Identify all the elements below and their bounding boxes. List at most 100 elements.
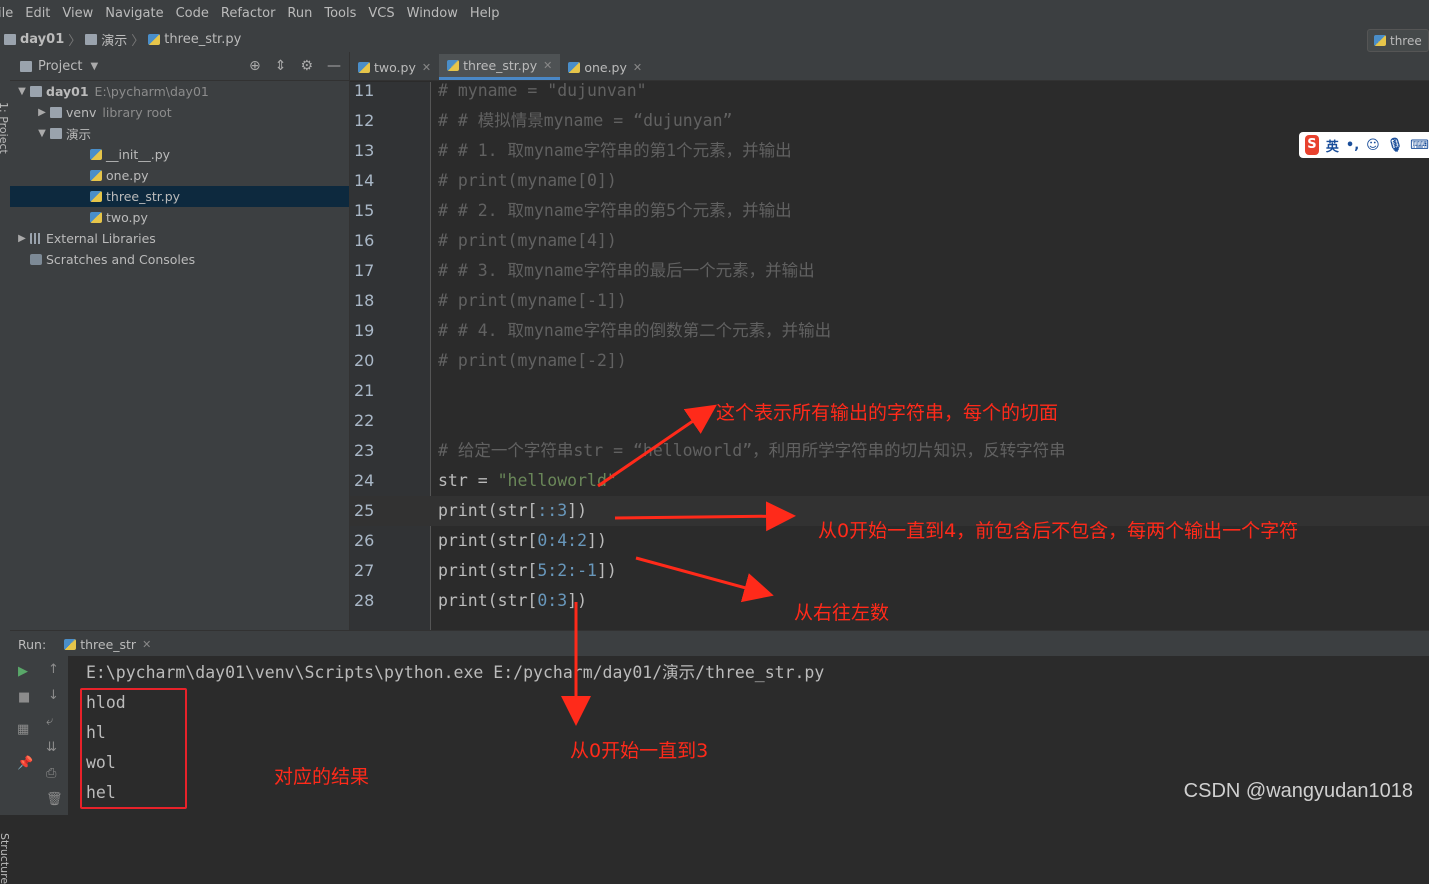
run-tab[interactable]: three_str ✕: [64, 637, 151, 652]
line-number: 25: [354, 501, 375, 520]
menu-item[interactable]: Help: [470, 6, 506, 21]
code-line[interactable]: 13 # # 1. 取myname字符串的第1个元素，并输出: [350, 136, 1429, 166]
chevron-down-icon[interactable]: ▼: [90, 61, 98, 72]
menu-item[interactable]: Code: [176, 6, 215, 21]
code-line[interactable]: 23 # 给定一个字符串str = “helloworld”，利用所学字符串的切片…: [350, 436, 1429, 466]
layout-icon[interactable]: ▦: [17, 722, 29, 737]
python-file-icon: [358, 61, 370, 73]
code-text: # # 模拟情景myname = “dujunyan”: [438, 111, 733, 130]
tree-item[interactable]: one.py: [10, 165, 349, 186]
code-line[interactable]: 14 # print(myname[0]): [350, 166, 1429, 196]
structure-tool-tab[interactable]: Structure: [0, 833, 11, 884]
pin-icon[interactable]: 📌: [17, 756, 33, 771]
tree-item[interactable]: ▼ 演示: [10, 123, 349, 144]
breadcrumb-file[interactable]: three_str.py: [164, 32, 241, 47]
chevron-down-icon[interactable]: ▼: [34, 128, 50, 139]
close-icon[interactable]: ✕: [142, 638, 151, 651]
code-line[interactable]: 16 # print(myname[4]): [350, 226, 1429, 256]
gear-icon[interactable]: ⚙: [300, 58, 313, 74]
breadcrumb-folder[interactable]: 演示: [101, 30, 127, 49]
menu-item[interactable]: Window: [407, 6, 464, 21]
code-line[interactable]: 12 # # 模拟情景myname = “dujunyan”: [350, 106, 1429, 136]
project-panel-title[interactable]: Project: [38, 59, 82, 74]
project-tool-tab[interactable]: 1: Project: [0, 102, 10, 154]
menu-item[interactable]: VCS: [368, 6, 400, 21]
folder-icon: [85, 34, 98, 45]
code-line[interactable]: 28 print(str[0:3]): [350, 586, 1429, 616]
trash-icon[interactable]: 🗑: [46, 792, 63, 807]
code-text: # 给定一个字符串str = “helloworld”，利用所学字符串的切片知识…: [438, 441, 1066, 460]
editor-tab-label: two.py: [374, 59, 416, 75]
tree-item-label: External Libraries: [46, 231, 156, 246]
rerun-icon[interactable]: ▶: [18, 664, 28, 679]
line-number: 21: [354, 381, 375, 400]
code-line[interactable]: 15 # # 2. 取myname字符串的第5个元素，并输出: [350, 196, 1429, 226]
code-text: # myname = "dujunvan": [438, 81, 647, 100]
result-highlight-box: [80, 688, 187, 809]
menu-item[interactable]: View: [62, 6, 99, 21]
code-line[interactable]: 27 print(str[5:2:-1]): [350, 556, 1429, 586]
run-config-selector[interactable]: three: [1367, 29, 1429, 52]
scroll-down-icon[interactable]: ↓: [48, 688, 59, 703]
code-line[interactable]: 17 # # 3. 取myname字符串的最后一个元素，并输出: [350, 256, 1429, 286]
tree-item[interactable]: three_str.py: [10, 186, 349, 207]
ime-language[interactable]: 英: [1326, 136, 1339, 155]
print-icon[interactable]: ⎙: [46, 766, 56, 781]
emoji-icon[interactable]: ☺: [1366, 138, 1380, 153]
locate-icon[interactable]: ⊕: [249, 58, 261, 74]
tree-item[interactable]: ▼ day01 E:\pycharm\day01: [10, 81, 349, 102]
scroll-up-icon[interactable]: ↑: [48, 662, 59, 677]
close-icon[interactable]: ✕: [422, 61, 431, 74]
folder-icon: [50, 128, 62, 139]
chevron-right-icon[interactable]: ▶: [14, 233, 30, 244]
menu-item[interactable]: Edit: [25, 6, 56, 21]
line-number: 28: [354, 591, 375, 610]
python-file-icon: [148, 34, 161, 45]
tree-item[interactable]: Scratches and Consoles: [10, 249, 349, 270]
tree-item[interactable]: __init__.py: [10, 144, 349, 165]
microphone-icon[interactable]: 🎙: [1387, 138, 1404, 153]
close-icon[interactable]: ✕: [543, 59, 552, 72]
code-text: # # 1. 取myname字符串的第1个元素，并输出: [438, 141, 792, 160]
menu-item[interactable]: Refactor: [221, 6, 282, 21]
tree-item[interactable]: ▶ External Libraries: [10, 228, 349, 249]
line-number: 12: [354, 111, 375, 130]
close-icon[interactable]: ✕: [633, 61, 642, 74]
code-line[interactable]: 18 # print(myname[-1]): [350, 286, 1429, 316]
ime-toolbar[interactable]: S 英 •, ☺ 🎙 ⌨: [1299, 132, 1429, 158]
code-area[interactable]: 11 # myname = "dujunvan" 12 # # 模拟情景myname …: [350, 81, 1429, 630]
stop-icon[interactable]: ■: [18, 690, 30, 705]
code-line[interactable]: 24 str = "helloworld": [350, 466, 1429, 496]
project-panel: Project ▼ ⊕ ⇕ ⚙ — ▼ day01 E:\pycharm\day01…: [10, 52, 350, 630]
code-line[interactable]: 19 # # 4. 取myname字符串的倒数第二个元素，并输出: [350, 316, 1429, 346]
menu-item[interactable]: ile: [0, 6, 19, 21]
breadcrumb-root[interactable]: day01: [20, 32, 64, 47]
tree-item-label: Scratches and Consoles: [46, 252, 196, 267]
keyboard-icon[interactable]: ⌨: [1410, 138, 1429, 153]
menu-item[interactable]: Navigate: [105, 6, 169, 21]
tree-item[interactable]: two.py: [10, 207, 349, 228]
punctuation-icon[interactable]: •,: [1346, 138, 1359, 153]
python-file-icon: [1374, 35, 1386, 46]
minimize-icon[interactable]: —: [327, 58, 341, 74]
code-text: print(str[5:2:-1]): [438, 561, 617, 580]
menu-item[interactable]: Run: [287, 6, 318, 21]
annotation-results: 对应的结果: [274, 766, 370, 788]
code-line[interactable]: 11 # myname = "dujunvan": [350, 76, 1429, 106]
python-file-icon: [90, 149, 102, 160]
chevron-right-icon[interactable]: ▶: [34, 107, 50, 118]
tree-item-label: 演示: [66, 127, 92, 142]
tree-item[interactable]: ▶ venv library root: [10, 102, 349, 123]
library-icon: [30, 233, 42, 244]
scroll-end-icon[interactable]: ⇊: [46, 740, 57, 755]
line-number: 13: [354, 141, 375, 160]
chevron-down-icon[interactable]: ▼: [14, 86, 30, 97]
editor-tab-label: one.py: [584, 59, 627, 75]
annotation-zero-to-three: 从0开始一直到3: [570, 740, 709, 762]
code-line[interactable]: 20 # print(myname[-2]): [350, 346, 1429, 376]
menu-item[interactable]: Tools: [324, 6, 362, 21]
soft-wrap-icon[interactable]: ⤶: [46, 714, 53, 729]
tree-item-detail: E:\pycharm\day01: [94, 84, 209, 99]
tree-item-label: __init__.py: [106, 147, 171, 162]
collapse-icon[interactable]: ⇕: [275, 58, 287, 74]
